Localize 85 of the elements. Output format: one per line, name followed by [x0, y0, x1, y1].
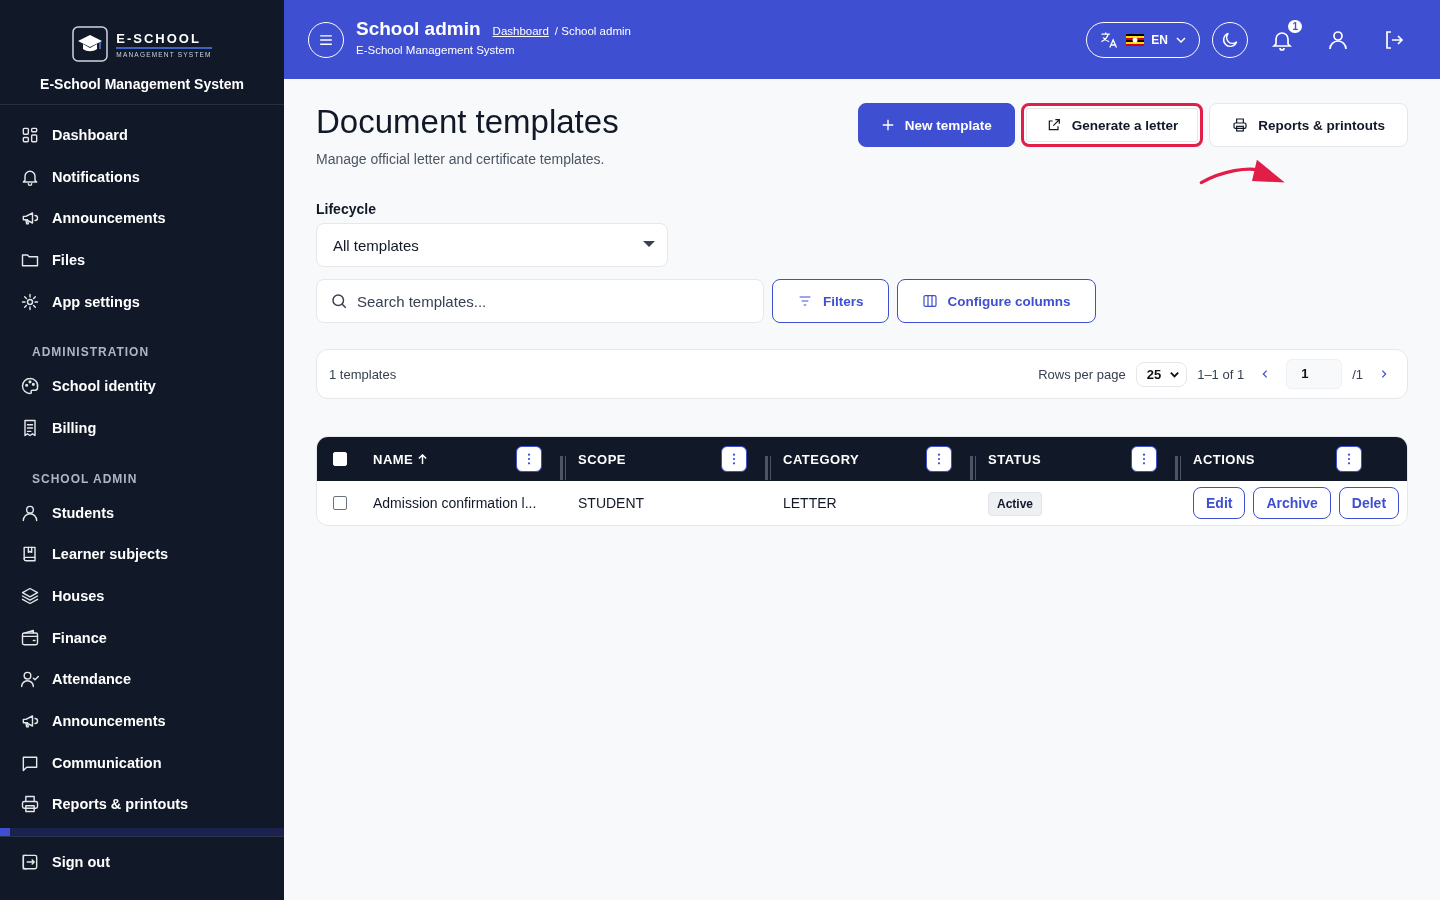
toolbar-button[interactable]: Configure columns	[896, 279, 1096, 323]
column-header[interactable]: CATEGORY	[783, 451, 860, 467]
column-menu-button[interactable]	[926, 446, 952, 472]
sort-arrow-icon	[417, 453, 429, 465]
nav-item[interactable]: School identity	[0, 365, 284, 408]
page-subtitle: Manage official letter and certificate templates.	[316, 151, 606, 167]
header-title: School admin	[356, 17, 481, 40]
field-label: Lifecycle	[316, 201, 377, 217]
columns-icon	[921, 293, 938, 309]
nav-item[interactable]: Notifications	[0, 155, 284, 198]
nav-item[interactable]: Attendance	[0, 658, 284, 701]
column-menu-button[interactable]	[1336, 446, 1362, 472]
app-name: E-School Management System	[40, 76, 244, 92]
column-header[interactable]: ACTIONS	[1193, 451, 1255, 467]
nav-item[interactable]: Learner subjects	[0, 533, 284, 576]
nav-item[interactable]: Houses	[0, 575, 284, 617]
column-header[interactable]: NAME	[373, 451, 429, 467]
nav-item[interactable]: Dashboard	[0, 114, 284, 156]
nav-item[interactable]: Announcements	[0, 700, 284, 742]
toolbar-button[interactable]: Filters	[772, 279, 889, 323]
nav-item[interactable]: Billing	[0, 407, 284, 449]
layers-icon	[20, 586, 40, 607]
select-all-checkbox[interactable]	[333, 452, 347, 466]
wallet-icon	[20, 627, 40, 648]
more-icon	[1142, 453, 1146, 465]
page-title: Document templates	[316, 103, 619, 141]
action-button[interactable]: Reports & printouts	[1209, 103, 1408, 147]
more-icon	[1347, 453, 1351, 465]
rows-per-page-label: Rows per page	[1038, 366, 1126, 382]
row-checkbox[interactable]	[333, 496, 347, 510]
nav-heading: ADMINISTRATION	[31, 344, 151, 362]
more-icon	[937, 453, 941, 465]
column-resize-handle[interactable]	[765, 456, 771, 480]
search-field[interactable]: Search templates...	[316, 279, 764, 323]
action-button[interactable]: New template	[857, 103, 1015, 147]
usercheck-icon	[20, 669, 40, 690]
template-count: 1 templates	[329, 366, 397, 382]
table-cell: STUDENT	[578, 495, 645, 511]
breadcrumb-link[interactable]: Dashboard	[492, 24, 549, 37]
column-header[interactable]: STATUS	[988, 451, 1042, 467]
row-action-button[interactable]: Edit	[1193, 487, 1246, 519]
breadcrumb-current: / School admin	[554, 24, 631, 37]
gear-icon	[20, 291, 40, 312]
rows-per-page-select[interactable]: 25	[1135, 361, 1188, 387]
palette-icon	[20, 376, 40, 397]
nav-heading: SCHOOL ADMIN	[31, 470, 139, 488]
lifecycle-select[interactable]: All templates	[316, 223, 668, 267]
status-badge: Active	[988, 492, 1043, 516]
column-menu-button[interactable]	[516, 446, 542, 472]
column-menu-button[interactable]	[721, 446, 747, 472]
row-action-button[interactable]: Delet	[1338, 487, 1400, 519]
notification-count: 1	[1288, 19, 1302, 33]
next-page-icon[interactable]	[1379, 369, 1389, 379]
table-cell: LETTER	[783, 495, 837, 511]
nav-item[interactable]: Students	[0, 491, 284, 534]
more-icon	[732, 453, 736, 465]
logo-name: E-SCHOOL	[116, 30, 212, 49]
nav-item[interactable]: App settings	[0, 280, 284, 323]
printer-icon	[20, 794, 40, 815]
printer-icon	[1232, 117, 1249, 133]
plus-icon	[880, 118, 895, 132]
column-resize-handle[interactable]	[970, 456, 976, 480]
header-subtitle: E-School Management System	[356, 43, 516, 56]
graduation-cap-icon	[72, 26, 109, 62]
nav-item[interactable]: Finance	[0, 616, 284, 659]
column-resize-handle[interactable]	[560, 456, 566, 480]
nav-item[interactable]: Files	[0, 239, 284, 281]
table-cell: Admission confirmation l...	[373, 495, 537, 511]
nav-item[interactable]: Reports & printouts	[0, 783, 284, 826]
nav-item[interactable]: Communication	[0, 741, 284, 784]
row-action-button[interactable]: Archive	[1253, 487, 1331, 519]
more-icon	[527, 453, 531, 465]
caret-icon	[643, 241, 655, 249]
page-input[interactable]: 1	[1286, 359, 1343, 389]
page-range: 1–1 of 1	[1197, 366, 1245, 382]
flag-icon	[1126, 33, 1145, 46]
filter-icon	[797, 293, 813, 309]
notifications-button[interactable]: 1	[1260, 21, 1304, 58]
column-header[interactable]: SCOPE	[578, 451, 626, 467]
nav-item[interactable]: Announcements	[0, 197, 284, 240]
total-pages: /1	[1352, 366, 1363, 382]
column-resize-handle[interactable]	[1175, 456, 1181, 480]
column-menu-button[interactable]	[1131, 446, 1157, 472]
sign-out-link[interactable]: Sign out	[0, 841, 284, 883]
action-button[interactable]: Generate a letter	[1020, 103, 1204, 147]
